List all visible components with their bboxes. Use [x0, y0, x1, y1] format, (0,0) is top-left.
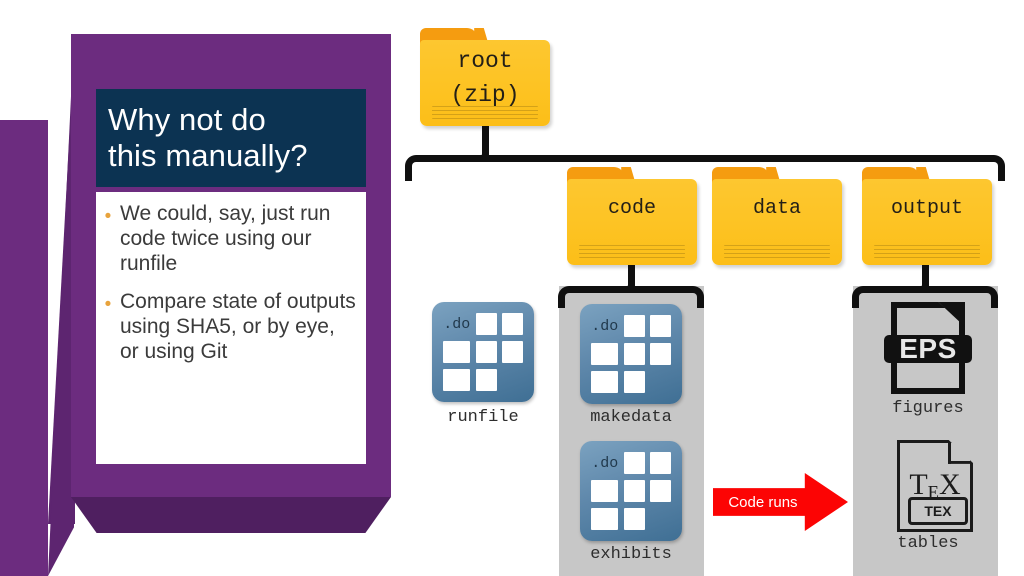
- file-runfile-icon[interactable]: .do: [432, 302, 534, 402]
- eps-badge: EPS: [884, 333, 972, 364]
- folder-lines-icon: [723, 245, 831, 258]
- file-grid-icon: .do: [591, 315, 671, 393]
- folder-lines-icon: [873, 245, 981, 258]
- callout-3d-front-slab: [0, 120, 48, 576]
- grid-cell: [623, 507, 645, 530]
- grid-cell-empty: [502, 369, 523, 391]
- file-figures-caption: figures: [892, 399, 964, 418]
- grid-cell: [591, 479, 619, 503]
- grid-cell: [650, 315, 671, 338]
- bullet-icon: •: [104, 294, 112, 316]
- folder-data[interactable]: data: [712, 167, 842, 265]
- folder-tree-diagram: root (zip) code data output .do runfile …: [405, 0, 1024, 576]
- file-exhibits-caption: exhibits: [590, 545, 672, 564]
- folder-lines-icon: [578, 245, 686, 258]
- grid-cell: [650, 342, 671, 366]
- list-item: • We could, say, just run code twice usi…: [96, 202, 358, 276]
- grid-cell: [475, 368, 497, 391]
- folder-data-label: data: [752, 197, 801, 221]
- file-makedata-caption: makedata: [590, 408, 672, 427]
- callout-title-box: Why not do this manually?: [96, 89, 366, 187]
- arrow-label: Code runs: [728, 493, 798, 511]
- grid-cell: [623, 452, 645, 475]
- grid-cell: [623, 315, 645, 338]
- grid-cell: [443, 368, 471, 391]
- folder-root-label: root (zip): [450, 47, 520, 109]
- file-badge: .do: [591, 454, 619, 472]
- grid-cell: [591, 507, 619, 530]
- callout-body-box: • We could, say, just run code twice usi…: [96, 192, 366, 464]
- file-badge: .do: [443, 315, 471, 333]
- grid-cell: [502, 340, 523, 364]
- grid-cell-empty: [650, 508, 671, 530]
- code-runs-arrow: Code runs: [713, 473, 848, 531]
- grid-cell: [443, 340, 471, 364]
- grid-cell: [650, 479, 671, 503]
- tex-badge: TEX: [907, 497, 969, 525]
- grid-cell: [591, 370, 619, 393]
- file-tex-icon[interactable]: TEX TEX: [897, 440, 973, 532]
- page-fold-icon: [947, 440, 973, 464]
- file-makedata-icon[interactable]: .do: [580, 304, 682, 404]
- file-tables-caption: tables: [897, 534, 959, 553]
- file-badge: .do: [591, 317, 619, 335]
- grid-cell-empty: [650, 371, 671, 393]
- bullet-icon: •: [104, 206, 112, 227]
- file-runfile-caption: runfile: [447, 408, 519, 427]
- file-grid-icon: .do: [591, 452, 671, 530]
- grid-cell: [475, 340, 497, 364]
- file-eps-icon[interactable]: EPS: [884, 302, 972, 394]
- bullet-text: Compare state of outputs using SHA5, or …: [120, 290, 356, 363]
- grid-cell: [502, 313, 523, 336]
- file-exhibits-icon[interactable]: .do: [580, 441, 682, 541]
- grid-cell: [475, 313, 497, 336]
- grid-cell: [623, 370, 645, 393]
- folder-code-label: code: [607, 197, 656, 221]
- bullet-text: We could, say, just run code twice using…: [120, 202, 331, 275]
- folder-root[interactable]: root (zip): [420, 28, 550, 126]
- folder-code[interactable]: code: [567, 167, 697, 265]
- slide-callout-panel: Why not do this manually? • We could, sa…: [0, 0, 410, 576]
- folder-output-label: output: [890, 197, 963, 221]
- page-title: Why not do this manually?: [108, 102, 308, 173]
- callout-bottom-shadow: [71, 497, 391, 533]
- file-grid-icon: .do: [443, 313, 523, 391]
- grid-cell: [623, 479, 645, 503]
- grid-cell: [650, 452, 671, 475]
- grid-cell: [623, 342, 645, 366]
- list-item: • Compare state of outputs using SHA5, o…: [96, 290, 358, 364]
- folder-output[interactable]: output: [862, 167, 992, 265]
- grid-cell: [591, 342, 619, 366]
